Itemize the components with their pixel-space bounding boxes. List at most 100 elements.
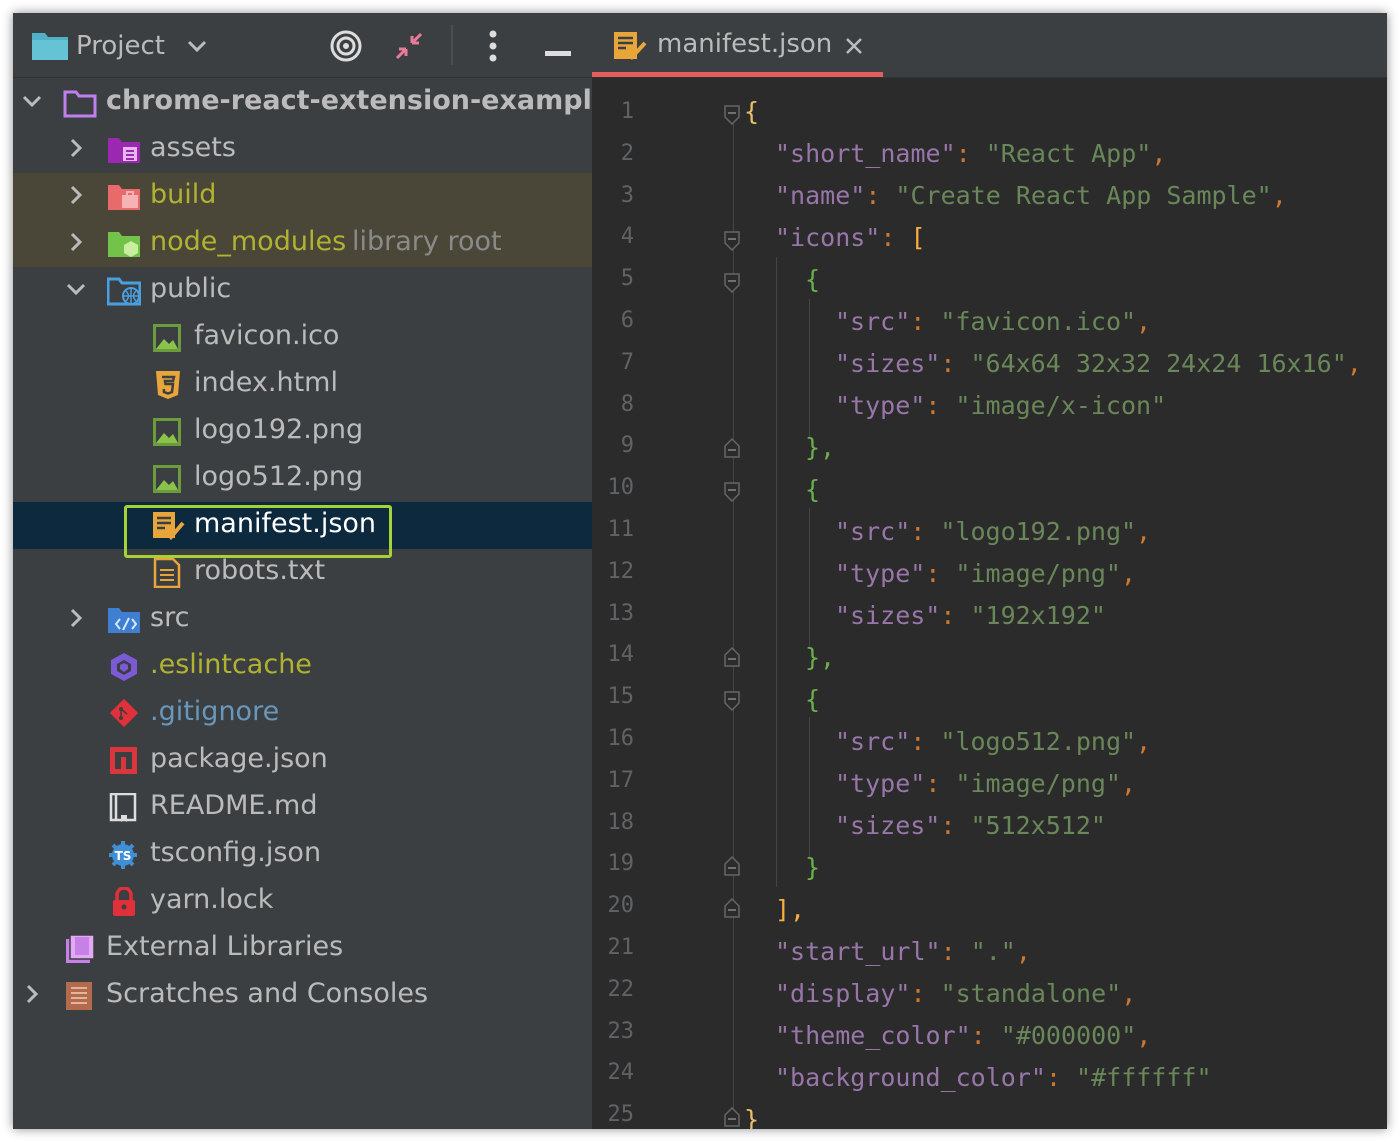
- image-file-icon: [151, 417, 185, 447]
- code-line: "background_color": "#ffffff": [775, 1063, 1212, 1092]
- library-icon: [63, 934, 97, 964]
- fold-end-marker-icon[interactable]: [723, 854, 741, 883]
- tree-item-manifest-json[interactable]: manifest.json: [13, 502, 592, 549]
- chevron-right-icon[interactable]: [65, 184, 87, 210]
- eslint-icon: [107, 652, 141, 682]
- fold-end-marker-icon[interactable]: [723, 896, 741, 925]
- json-key: "src": [835, 517, 911, 546]
- code-area[interactable]: { "short_name": "React App", "name": "Cr…: [592, 77, 1387, 1129]
- tree-item-yarn-lock[interactable]: yarn.lock: [13, 878, 592, 925]
- tree-item-readme[interactable]: README.md: [13, 784, 592, 831]
- code-line: "display": "standalone",: [775, 979, 1136, 1008]
- json-colon: :: [1045, 1063, 1077, 1092]
- json-colon: :: [940, 601, 971, 630]
- locate-target-icon[interactable]: [329, 29, 363, 67]
- code-line: "short_name": "React App",: [775, 139, 1166, 168]
- tree-item-root[interactable]: chrome-react-extension-example: [13, 79, 610, 126]
- fold-marker-icon[interactable]: [723, 271, 741, 300]
- tree-item-src[interactable]: src: [13, 596, 592, 643]
- project-view-title[interactable]: Project: [76, 31, 165, 61]
- json-string: "standalone": [940, 979, 1122, 1008]
- tree-item-label: yarn.lock: [150, 884, 274, 915]
- editor-tab-bar: manifest.json: [592, 13, 1387, 78]
- tree-item-external-libraries[interactable]: External Libraries: [13, 925, 592, 972]
- hide-panel-icon[interactable]: [545, 42, 571, 61]
- tree-item-scratches[interactable]: Scratches and Consoles: [13, 972, 592, 1019]
- json-key: "type": [835, 391, 926, 420]
- json-string: "192x192": [970, 601, 1106, 630]
- json-string: "logo192.png": [940, 517, 1137, 546]
- editor-pane[interactable]: manifest.json 1 2 3 4 5 6 7 8 9 10 11 12 13 14 15 16 17 1…: [592, 13, 1387, 1129]
- tree-item-logo512[interactable]: logo512.png: [13, 455, 592, 502]
- tree-item-label: Scratches and Consoles: [106, 978, 429, 1009]
- tree-item-label: package.json: [150, 743, 328, 774]
- tree-item-favicon[interactable]: favicon.ico: [13, 314, 592, 361]
- fold-marker-icon[interactable]: [723, 480, 741, 509]
- tree-item-label: README.md: [150, 790, 318, 821]
- json-brace: {: [805, 685, 821, 714]
- json-key: "type": [835, 559, 926, 588]
- chevron-right-icon[interactable]: [65, 137, 87, 163]
- indent-guide: [809, 508, 810, 648]
- chevron-down-icon[interactable]: [21, 90, 43, 116]
- json-string: "React App": [985, 139, 1152, 168]
- code-line: "sizes": "64x64 32x32 24x24 16x16",: [835, 349, 1362, 378]
- json-key: "type": [835, 769, 926, 798]
- code-line: "icons": [: [775, 223, 926, 252]
- chevron-right-icon[interactable]: [65, 231, 87, 257]
- json-comma: ,: [1015, 937, 1031, 966]
- json-colon: :: [910, 979, 941, 1008]
- chevron-right-icon[interactable]: [65, 607, 87, 633]
- tree-item-label: logo512.png: [194, 461, 364, 492]
- fold-end-marker-icon[interactable]: [723, 1105, 741, 1129]
- fold-end-marker-icon[interactable]: [723, 645, 741, 674]
- tree-item-label: index.html: [194, 367, 338, 398]
- json-comma: ,: [1121, 979, 1137, 1008]
- image-file-icon: [151, 464, 185, 494]
- tree-item-node-modules[interactable]: node_modules library root: [13, 220, 592, 267]
- tree-item-eslintcache[interactable]: .eslintcache: [13, 643, 592, 690]
- close-icon[interactable]: [845, 37, 863, 59]
- chevron-down-icon[interactable]: [65, 278, 87, 304]
- resources-folder-icon: [107, 135, 141, 165]
- code-line: "theme_color": "#000000",: [775, 1021, 1151, 1050]
- fold-end-marker-icon[interactable]: [723, 436, 741, 465]
- more-options-icon[interactable]: [489, 30, 497, 66]
- json-brace: {: [744, 97, 760, 126]
- json-string: "image/x-icon": [955, 391, 1167, 420]
- toolbar-separator: [451, 25, 453, 65]
- chevron-right-icon[interactable]: [21, 983, 43, 1009]
- chevron-down-icon[interactable]: [187, 39, 207, 58]
- json-colon: :: [880, 223, 911, 252]
- tree-item-label: tsconfig.json: [150, 837, 322, 868]
- tab-manifest-json[interactable]: manifest.json: [592, 13, 883, 77]
- tree-item-logo192[interactable]: logo192.png: [13, 408, 592, 455]
- indent-guide: [809, 299, 810, 439]
- tree-item-robots-txt[interactable]: robots.txt: [13, 549, 592, 596]
- tree-item-label: node_modules: [150, 226, 347, 257]
- tree-item-assets[interactable]: assets: [13, 126, 592, 173]
- fold-marker-icon[interactable]: [723, 103, 741, 132]
- code-line: "sizes": "512x512": [835, 811, 1106, 840]
- code-line: {: [805, 265, 820, 294]
- tree-item-gitignore[interactable]: .gitignore: [13, 690, 592, 737]
- json-string: "64x64 32x32 24x24 16x16": [970, 349, 1347, 378]
- web-folder-icon: [106, 276, 142, 306]
- svg-text:TS: TS: [115, 849, 132, 863]
- library-folder-icon: [107, 229, 141, 259]
- tree-item-build[interactable]: build: [13, 173, 592, 220]
- code-line: "type": "image/png",: [835, 559, 1136, 588]
- tree-item-public[interactable]: public: [13, 267, 592, 314]
- fold-marker-icon[interactable]: [723, 229, 741, 258]
- collapse-all-icon[interactable]: [393, 30, 425, 66]
- tree-item-index-html[interactable]: index.html: [13, 361, 592, 408]
- tree-item-package-json[interactable]: package.json: [13, 737, 592, 784]
- tree-item-label: src: [150, 602, 190, 633]
- tree-item-label: manifest.json: [194, 508, 377, 539]
- fold-marker-icon[interactable]: [723, 689, 741, 718]
- json-comma: ,: [1136, 1021, 1152, 1050]
- code-line: "name": "Create React App Sample",: [775, 181, 1287, 210]
- tree-item-tsconfig[interactable]: TS tsconfig.json: [13, 831, 592, 878]
- tree-item-label: chrome-react-extension-example: [106, 85, 611, 116]
- source-folder-icon: [107, 605, 141, 635]
